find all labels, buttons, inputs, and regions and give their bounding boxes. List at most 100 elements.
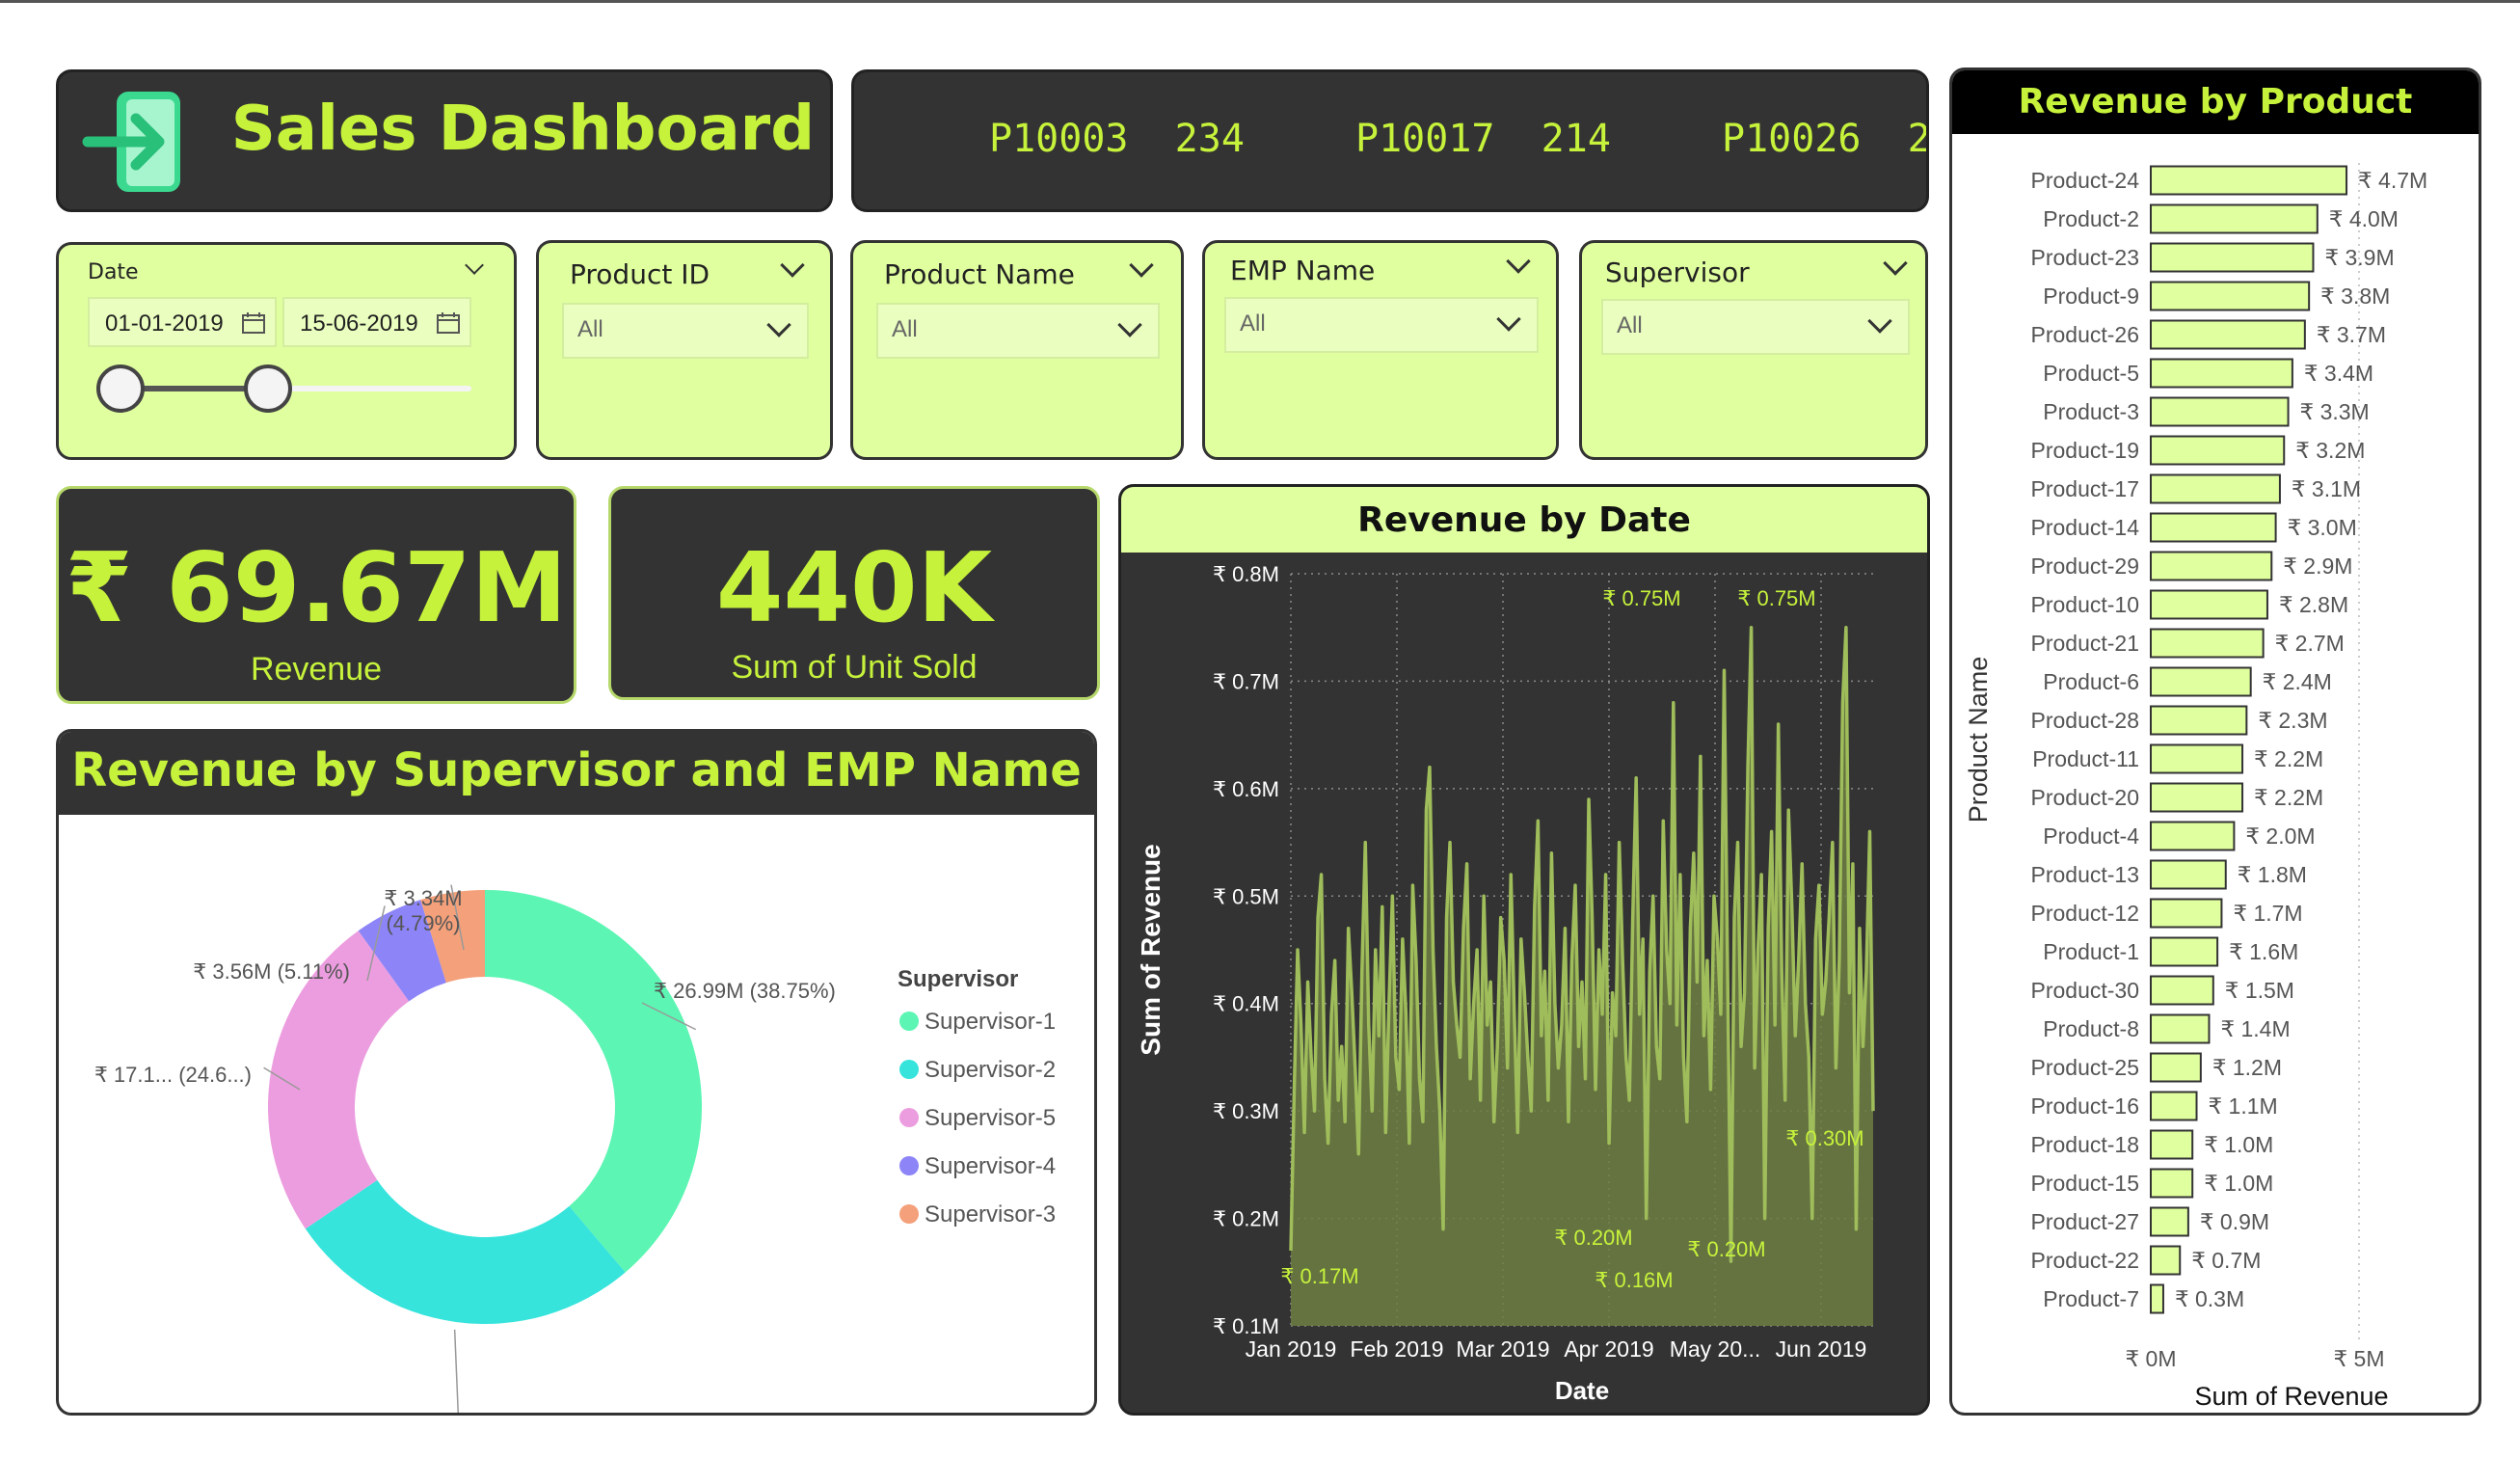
bar-product-17[interactable] — [2150, 473, 2281, 504]
bar-product-5[interactable] — [2150, 358, 2293, 389]
bar-product-12[interactable] — [2150, 898, 2223, 929]
line-data-label: ₹ 0.16M — [1595, 1268, 1673, 1292]
bar-product-14[interactable] — [2150, 512, 2277, 543]
bar-product-6[interactable] — [2150, 666, 2252, 697]
bar-product-13[interactable] — [2150, 859, 2227, 890]
bar-product-9[interactable] — [2150, 281, 2311, 311]
bar-data-label: ₹ 4.7M — [2358, 168, 2427, 193]
bar-data-label: ₹ 1.7M — [2233, 901, 2302, 926]
donut-data-label: ₹ 17.1... (24.6...) — [94, 1063, 252, 1087]
bar-product-15[interactable] — [2150, 1168, 2194, 1199]
top-border — [0, 0, 2520, 3]
legend-item-supervisor-4[interactable]: Supervisor-4 — [925, 1153, 1056, 1179]
date-slider-start-handle[interactable] — [96, 364, 145, 413]
y-tick-label: ₹ 0.2M — [1213, 1207, 1279, 1231]
chevron-down-icon — [1496, 307, 1521, 332]
bar-data-label: ₹ 3.1M — [2292, 476, 2361, 501]
bar-data-label: ₹ 2.0M — [2245, 823, 2315, 849]
bar-product-1[interactable] — [2150, 936, 2219, 967]
dashboard-page: Sales Dashboard P10003 234 P10017 214 P1… — [0, 0, 2520, 1457]
bar-category-label: Product-11 — [2032, 746, 2139, 771]
bar-product-4[interactable] — [2150, 821, 2236, 851]
bar-data-label: ₹ 1.8M — [2238, 862, 2307, 887]
legend-item-supervisor-3[interactable]: Supervisor-3 — [925, 1201, 1056, 1228]
product-name-value: All — [892, 316, 918, 342]
ticker-card: P10003 234 P10017 214 P10026 2: — [851, 69, 1929, 212]
chevron-down-icon[interactable] — [1883, 251, 1908, 276]
bar-product-25[interactable] — [2150, 1052, 2202, 1083]
legend-item-supervisor-5[interactable]: Supervisor-5 — [925, 1105, 1056, 1131]
chevron-down-icon[interactable] — [780, 253, 805, 278]
date-end-input[interactable]: 15-06-2019 — [282, 297, 471, 347]
bar-product-7[interactable] — [2150, 1283, 2164, 1314]
x-tick-label: ₹ 0M — [2126, 1346, 2177, 1371]
bar-product-26[interactable] — [2150, 319, 2306, 350]
bar-data-label: ₹ 3.2M — [2295, 438, 2365, 463]
date-start-value: 01-01-2019 — [105, 310, 224, 337]
chevron-down-icon[interactable] — [1506, 249, 1531, 274]
product-name-slicer: Product Name All — [850, 240, 1184, 460]
legend-item-supervisor-1[interactable]: Supervisor-1 — [925, 1009, 1056, 1035]
bar-product-3[interactable] — [2150, 396, 2290, 427]
bar-product-19[interactable] — [2150, 435, 2286, 466]
emp-name-value: All — [1240, 310, 1266, 337]
x-axis-title: Date — [1555, 1376, 1609, 1405]
bar-data-label: ₹ 2.4M — [2263, 669, 2332, 694]
bar-category-label: Product-10 — [2030, 592, 2139, 617]
bar-product-8[interactable] — [2150, 1013, 2211, 1044]
bar-data-label: ₹ 0.3M — [2175, 1286, 2244, 1311]
supervisor-label: Supervisor — [1605, 256, 1750, 288]
bar-category-label: Product-23 — [2030, 245, 2139, 270]
bar-product-29[interactable] — [2150, 551, 2273, 581]
bar-product-28[interactable] — [2150, 705, 2248, 736]
bar-product-11[interactable] — [2150, 743, 2244, 774]
bar-product-20[interactable] — [2150, 782, 2244, 813]
supervisor-value: All — [1617, 312, 1643, 338]
bar-category-label: Product-16 — [2030, 1093, 2139, 1119]
emp-name-dropdown[interactable]: All — [1224, 297, 1539, 353]
x-tick-label: Mar 2019 — [1456, 1336, 1549, 1362]
x-tick-label: Jun 2019 — [1776, 1336, 1867, 1362]
supervisor-donut-card: Revenue by Supervisor and EMP Name ₹ 26.… — [56, 729, 1097, 1416]
bar-product-21[interactable] — [2150, 628, 2265, 659]
bar-title-bar: Revenue by Product — [1952, 70, 2479, 134]
bar-product-18[interactable] — [2150, 1129, 2194, 1160]
y-tick-label: ₹ 0.8M — [1213, 562, 1279, 586]
bar-data-label: ₹ 3.4M — [2304, 361, 2373, 386]
donut-slice-supervisor-1[interactable] — [485, 890, 702, 1273]
emp-name-slicer: EMP Name All — [1202, 240, 1559, 460]
legend-title: Supervisor — [898, 966, 1018, 992]
donut-data-label: ₹ 3.34M — [384, 886, 462, 910]
revenue-kpi-label: Revenue — [250, 651, 383, 688]
bar-product-2[interactable] — [2150, 203, 2319, 234]
date-end-value: 15-06-2019 — [300, 310, 418, 337]
bar-product-23[interactable] — [2150, 242, 2315, 273]
exit-arrow-icon[interactable] — [80, 82, 205, 203]
bar-category-label: Product-29 — [2030, 553, 2139, 579]
bar-product-27[interactable] — [2150, 1206, 2189, 1237]
line-chart-title: Revenue by Date — [1357, 500, 1691, 540]
bar-product-16[interactable] — [2150, 1091, 2198, 1121]
bar-product-30[interactable] — [2150, 975, 2214, 1006]
product-name-dropdown[interactable]: All — [876, 303, 1160, 359]
calendar-icon[interactable] — [242, 312, 265, 334]
revenue-date-chart: ₹ 0.1M ₹ 0.2M ₹ 0.3M ₹ 0.4M ₹ 0.5M ₹ 0.6M ₹ 0.… — [1136, 562, 1875, 1405]
supervisor-slicer: Supervisor All — [1579, 240, 1928, 460]
line-data-label: ₹ 0.20M — [1554, 1226, 1632, 1250]
bar-product-24[interactable] — [2150, 165, 2348, 196]
date-slider-end-handle[interactable] — [243, 364, 292, 413]
bar-category-label: Product-1 — [2043, 939, 2139, 964]
bar-product-10[interactable] — [2150, 589, 2268, 620]
bar-data-label: ₹ 0.7M — [2191, 1248, 2261, 1273]
chevron-down-icon[interactable] — [1129, 253, 1154, 278]
bar-data-label: ₹ 2.7M — [2275, 631, 2345, 656]
calendar-icon[interactable] — [437, 312, 460, 334]
date-start-input[interactable]: 01-01-2019 — [88, 297, 277, 347]
supervisor-dropdown[interactable]: All — [1601, 299, 1910, 355]
bar-product-22[interactable] — [2150, 1245, 2182, 1276]
legend-item-supervisor-2[interactable]: Supervisor-2 — [925, 1057, 1056, 1083]
line-data-label: ₹ 0.30M — [1785, 1126, 1863, 1150]
chevron-down-icon[interactable] — [465, 256, 484, 275]
product-id-dropdown[interactable]: All — [562, 303, 809, 359]
bar-category-label: Product-30 — [2030, 978, 2139, 1003]
